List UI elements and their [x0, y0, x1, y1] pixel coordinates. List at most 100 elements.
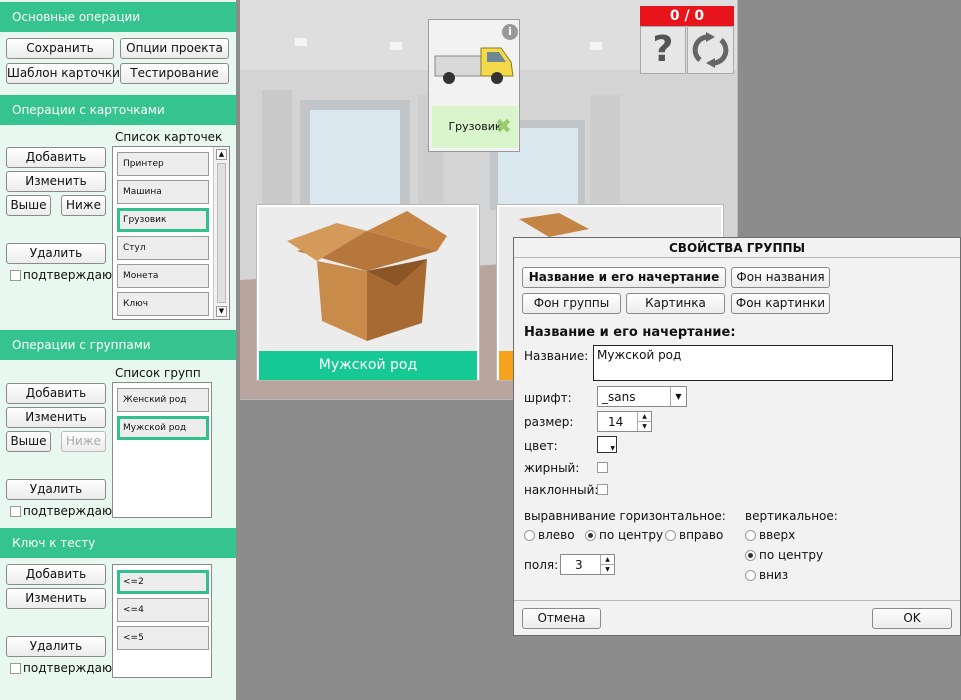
card-truck[interactable]: i Грузовик ✖ [428, 19, 520, 152]
bold-checkbox[interactable] [597, 462, 608, 473]
key-list[interactable]: <=2 <=4 <=5 [112, 564, 212, 678]
stepper-down-icon[interactable]: ▼ [600, 565, 614, 574]
name-label: Название: [524, 349, 589, 363]
key-list-item[interactable]: <=5 [117, 626, 209, 650]
valign-bottom-label: вниз [759, 568, 789, 582]
valign-center-radio[interactable] [745, 550, 756, 561]
help-question-icon[interactable]: ? [640, 26, 686, 74]
footer-divider [514, 600, 960, 601]
section-group-operations: Операции с группами [0, 330, 236, 360]
card-list-item[interactable]: Принтер [117, 152, 209, 176]
halign-center-radio[interactable] [585, 530, 596, 541]
cancel-button[interactable]: Отмена [522, 608, 601, 629]
tab-group-background[interactable]: Фон группы [522, 293, 621, 314]
tab-name-style[interactable]: Название и его начертание [522, 267, 726, 288]
font-select[interactable]: _sans ▼ [597, 386, 687, 407]
card-confirm-label: подтверждаю [23, 268, 113, 282]
padding-stepper[interactable]: 3 ▲ ▼ [560, 554, 615, 575]
tab-picture[interactable]: Картинка [626, 293, 725, 314]
card-add-button[interactable]: Добавить [6, 147, 106, 168]
padding-label: поля: [524, 558, 559, 572]
group-add-button[interactable]: Добавить [6, 383, 106, 404]
card-list-scrollbar[interactable]: ▲ ▼ [213, 147, 229, 319]
card-list-item[interactable]: Стул [117, 236, 209, 260]
italic-checkbox[interactable] [597, 484, 608, 495]
card-edit-button[interactable]: Изменить [6, 171, 106, 192]
key-edit-button[interactable]: Изменить [6, 588, 106, 609]
halign-left-radio[interactable] [524, 530, 535, 541]
section-card-operations: Операции с карточками [0, 95, 236, 125]
group-edit-button[interactable]: Изменить [6, 407, 106, 428]
ok-button[interactable]: OK [872, 608, 952, 629]
left-panel: Основные операции Сохранить Опции проект… [0, 0, 236, 700]
group-list[interactable]: Женский род Мужской род [112, 382, 212, 518]
group-up-button[interactable]: Выше [6, 431, 51, 452]
truck-image [434, 47, 514, 84]
card-list-item[interactable]: Машина [117, 180, 209, 204]
card-list-item[interactable]: Монета [117, 264, 209, 288]
restart-icon[interactable] [687, 26, 734, 74]
halign-right-radio[interactable] [665, 530, 676, 541]
cardboard-box-image [287, 211, 447, 341]
valign-bottom-radio[interactable] [745, 570, 756, 581]
halign-right-label: вправо [679, 528, 724, 542]
card-confirm-checkbox[interactable] [10, 270, 21, 281]
group-confirm-label: подтверждаю [23, 504, 113, 518]
stepper-up-icon[interactable]: ▲ [637, 412, 651, 422]
key-delete-button[interactable]: Удалить [6, 636, 106, 657]
color-picker[interactable]: ▼ [597, 436, 617, 453]
padding-value: 3 [575, 558, 583, 572]
valign-top-label: вверх [759, 528, 796, 542]
scroll-up-arrow-icon[interactable]: ▲ [216, 149, 227, 160]
save-button[interactable]: Сохранить [6, 38, 114, 59]
card-list-item[interactable]: Ключ [117, 292, 209, 316]
scroll-down-arrow-icon[interactable]: ▼ [216, 306, 227, 317]
stepper-down-icon[interactable]: ▼ [637, 422, 651, 431]
section-basic-operations: Основные операции [0, 2, 236, 32]
key-list-item-selected[interactable]: <=2 [117, 570, 209, 594]
font-label: шрифт: [524, 391, 572, 405]
score-display: 0 / 0 [640, 6, 734, 26]
halign-label: выравнивание горизонтальное: [524, 509, 726, 523]
project-options-button[interactable]: Опции проекта [120, 38, 229, 59]
valign-top-radio[interactable] [745, 530, 756, 541]
size-stepper[interactable]: 14 ▲ ▼ [597, 411, 652, 432]
key-confirm-checkbox[interactable] [10, 663, 21, 674]
card-list-item-selected[interactable]: Грузовик [117, 208, 209, 232]
chevron-down-icon[interactable]: ▼ [670, 387, 686, 406]
cardboard-box-image-partial [519, 213, 589, 237]
group-delete-button[interactable]: Удалить [6, 479, 106, 500]
testing-button[interactable]: Тестирование [120, 63, 229, 84]
color-picker-arrow-icon: ▼ [610, 445, 615, 452]
halign-center-label: по центру [599, 528, 664, 542]
key-confirm-label: подтверждаю [23, 661, 113, 675]
group-list-item[interactable]: Женский род [117, 388, 209, 412]
section-test-key: Ключ к тесту [0, 528, 236, 558]
tab-picture-background[interactable]: Фон картинки [731, 293, 830, 314]
color-label: цвет: [524, 439, 558, 453]
card-up-button[interactable]: Выше [6, 195, 51, 216]
tab-name-background[interactable]: Фон названия [731, 267, 830, 288]
card-down-button[interactable]: Ниже [61, 195, 106, 216]
group-box-masculine[interactable]: Мужской род [256, 204, 480, 381]
section-title: Название и его начертание: [524, 325, 736, 340]
drag-cross-icon: ✖ [495, 114, 512, 138]
group-list-item-selected[interactable]: Мужской род [117, 416, 209, 440]
font-select-value: _sans [602, 390, 636, 404]
dialog-title: СВОЙСТВА ГРУППЫ [514, 238, 960, 258]
card-list[interactable]: Принтер Машина Грузовик Стул Монета Ключ… [112, 146, 230, 320]
card-delete-button[interactable]: Удалить [6, 243, 106, 264]
name-input[interactable]: Мужской род [593, 345, 893, 381]
group-properties-dialog: СВОЙСТВА ГРУППЫ Название и его начертани… [513, 237, 961, 636]
group-confirm-checkbox[interactable] [10, 506, 21, 517]
size-value: 14 [608, 415, 624, 429]
scroll-thumb[interactable] [217, 163, 226, 303]
key-list-item[interactable]: <=4 [117, 598, 209, 622]
stepper-up-icon[interactable]: ▲ [600, 555, 614, 565]
card-list-title: Список карточек [115, 130, 223, 144]
valign-center-label: по центру [759, 548, 824, 562]
card-template-button[interactable]: Шаблон карточки [6, 63, 120, 84]
key-add-button[interactable]: Добавить [6, 564, 106, 585]
group-down-button[interactable]: Ниже [61, 431, 106, 452]
bold-label: жирный: [524, 461, 580, 475]
